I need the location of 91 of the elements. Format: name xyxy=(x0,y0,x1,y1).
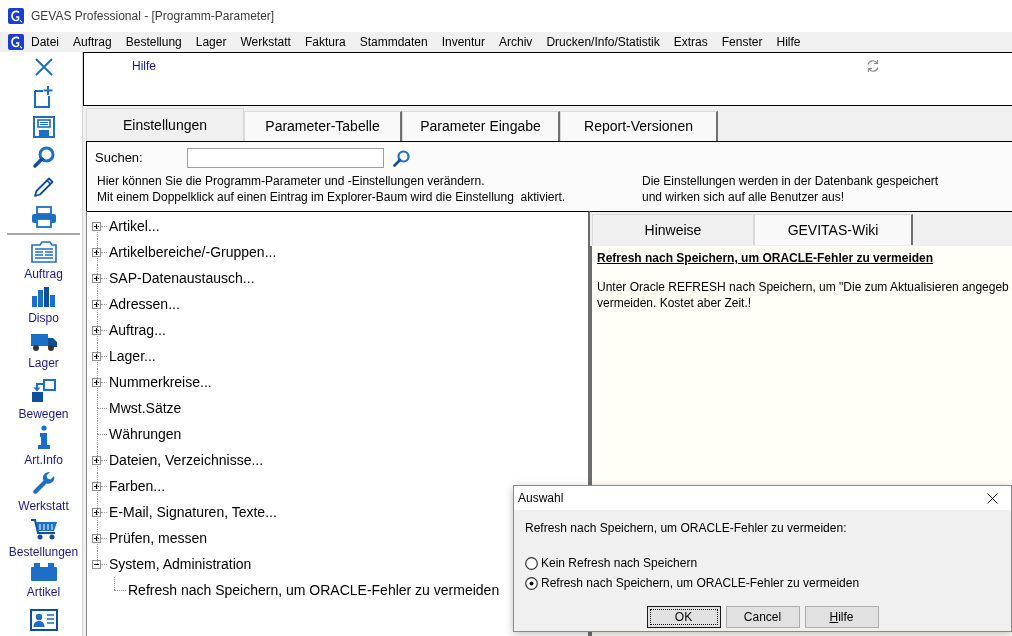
truck-icon xyxy=(29,333,58,352)
toolbar-button[interactable]: Bestellungen xyxy=(5,513,82,559)
tree-item[interactable]: Artikel... xyxy=(109,217,160,235)
expand-icon[interactable] xyxy=(92,299,101,309)
window-title: GEVAS Professional - [Programm-Parameter] xyxy=(31,8,275,24)
toolbar-button[interactable]: Lager xyxy=(5,329,82,375)
printer-icon[interactable] xyxy=(30,206,57,228)
menu-item[interactable]: Auftrag xyxy=(66,32,119,52)
expand-icon[interactable] xyxy=(92,247,101,257)
toolbar-button[interactable]: Bewegen xyxy=(5,375,82,421)
tree-item[interactable]: Währungen xyxy=(109,425,182,443)
search-field[interactable] xyxy=(187,148,384,168)
expand-icon[interactable] xyxy=(92,507,101,517)
tree-item[interactable]: Lager... xyxy=(109,347,156,365)
expand-icon[interactable] xyxy=(92,325,101,335)
search-icon[interactable] xyxy=(32,146,55,168)
menu-item[interactable]: Bestellung xyxy=(118,32,189,52)
tree-item[interactable]: Adressen... xyxy=(109,295,180,313)
expand-icon[interactable] xyxy=(92,533,101,543)
wrench-icon xyxy=(31,471,56,495)
toolbar-button[interactable]: Werkstatt xyxy=(5,467,82,513)
radio-button[interactable] xyxy=(525,556,538,570)
search-label: Suchen: xyxy=(95,150,144,166)
help-link[interactable]: Hilfe xyxy=(132,59,156,73)
block-icon xyxy=(30,563,57,581)
dialog-button[interactable]: Cancel xyxy=(725,606,800,628)
toolbar-button[interactable]: Dispo xyxy=(5,283,82,329)
new-document-icon[interactable] xyxy=(34,86,53,108)
refresh-icon[interactable] xyxy=(866,59,880,73)
tab[interactable]: Hinweise xyxy=(592,214,754,245)
option-label[interactable]: Kein Refresh nach Speichern xyxy=(541,555,698,571)
menu-item[interactable]: Drucken/Info/Statistik xyxy=(539,32,667,52)
app-menu-icon[interactable] xyxy=(8,34,24,50)
expand-icon[interactable] xyxy=(92,377,101,387)
toolbar-button[interactable]: Auftrag xyxy=(5,237,82,283)
tree-item[interactable]: Prüfen, messen xyxy=(109,529,208,547)
menu-item[interactable]: Lager xyxy=(188,32,234,52)
cart-icon xyxy=(29,517,58,541)
menu-item[interactable]: Faktura xyxy=(297,32,353,52)
tab[interactable]: Parameter-Tabelle xyxy=(244,111,402,141)
tab[interactable]: Report-Versionen xyxy=(560,111,718,141)
info-heading: Refresh nach Speichern, um ORACLE-Fehler zu vermeiden xyxy=(597,251,935,265)
tree-item[interactable]: Auftrag... xyxy=(109,321,166,339)
bar-chart-icon xyxy=(30,287,57,307)
menu-item[interactable]: Archiv xyxy=(492,32,540,52)
menu-item[interactable]: Hilfe xyxy=(769,32,808,52)
tree-item[interactable]: Artikelbereiche/-Gruppen... xyxy=(109,243,277,261)
dialog-title: Auswahl xyxy=(518,490,564,506)
dialog-prompt: Refresh nach Speichern, um ORACLE-Fehler zu vermeiden: xyxy=(525,521,848,535)
menu-item[interactable]: Extras xyxy=(666,32,715,52)
tree-item[interactable]: Mwst.Sätze xyxy=(109,399,182,417)
tab[interactable]: GEVITAS-Wiki xyxy=(754,214,913,245)
info-note: Die Einstellungen werden in der Datenbank gespeichert und wirken sich auf alle Benutzer aus! xyxy=(642,173,939,205)
tree-item[interactable]: Dateien, Verzeichnisse... xyxy=(109,451,264,469)
tree-item[interactable]: Farben... xyxy=(109,477,166,495)
tab[interactable]: Parameter Eingabe xyxy=(402,111,560,141)
toolbar-button[interactable]: Artikel xyxy=(5,559,82,605)
dialog-button[interactable]: OK xyxy=(646,606,721,628)
id-card-icon[interactable] xyxy=(29,609,58,631)
form-icon xyxy=(30,241,57,263)
collapse-icon[interactable] xyxy=(92,559,101,569)
expand-icon[interactable] xyxy=(92,481,101,491)
info-icon xyxy=(37,425,50,449)
search-icon[interactable] xyxy=(393,149,410,167)
box-transfer-icon xyxy=(30,379,57,403)
menu-item[interactable]: Inventur xyxy=(434,32,493,52)
expand-icon[interactable] xyxy=(92,455,101,465)
app-logo-icon xyxy=(8,8,24,24)
hint-text: Hier können Sie die Programm-Parameter und -Einstellungen verändern. xyxy=(97,173,486,189)
menu-item[interactable]: Datei xyxy=(24,32,66,52)
tree-item[interactable]: Refresh nach Speichern, um ORACLE-Fehler zu vermeiden xyxy=(128,581,500,599)
close-icon[interactable] xyxy=(987,492,998,504)
expand-icon[interactable] xyxy=(92,221,101,231)
tree-item[interactable]: E-Mail, Signaturen, Texte... xyxy=(109,503,277,521)
tab[interactable]: Einstellungen xyxy=(86,108,244,141)
save-icon[interactable] xyxy=(32,116,55,138)
menu-item[interactable]: Fenster xyxy=(714,32,770,52)
menu-item[interactable]: Stammdaten xyxy=(352,32,435,52)
dialog-button[interactable]: Hilfe xyxy=(804,606,879,628)
tree-item[interactable]: Nummerkreise... xyxy=(109,373,212,391)
pencil-icon[interactable] xyxy=(32,176,55,198)
radio-button[interactable] xyxy=(525,576,538,590)
menu-item[interactable]: Werkstatt xyxy=(233,32,298,52)
info-text: Unter Oracle REFRESH nach Speichern, um "Die zum Aktualisieren angegeb vermeiden. Kostet aber Zeit.! xyxy=(597,279,1010,311)
tree-item[interactable]: SAP-Datenaustausch... xyxy=(109,269,255,287)
expand-icon[interactable] xyxy=(92,273,101,283)
option-label[interactable]: Refresh nach Speichern, um ORACLE-Fehler zu vermeiden xyxy=(541,575,860,591)
toolbar-button[interactable]: Art.Info xyxy=(5,421,82,467)
tree-item[interactable]: System, Administration xyxy=(109,555,252,573)
expand-icon[interactable] xyxy=(92,351,101,361)
hint-text: Mit einem Doppelklick auf einen Eintrag im Explorer-Baum wird die Einstellung aktiviert. xyxy=(97,189,567,205)
